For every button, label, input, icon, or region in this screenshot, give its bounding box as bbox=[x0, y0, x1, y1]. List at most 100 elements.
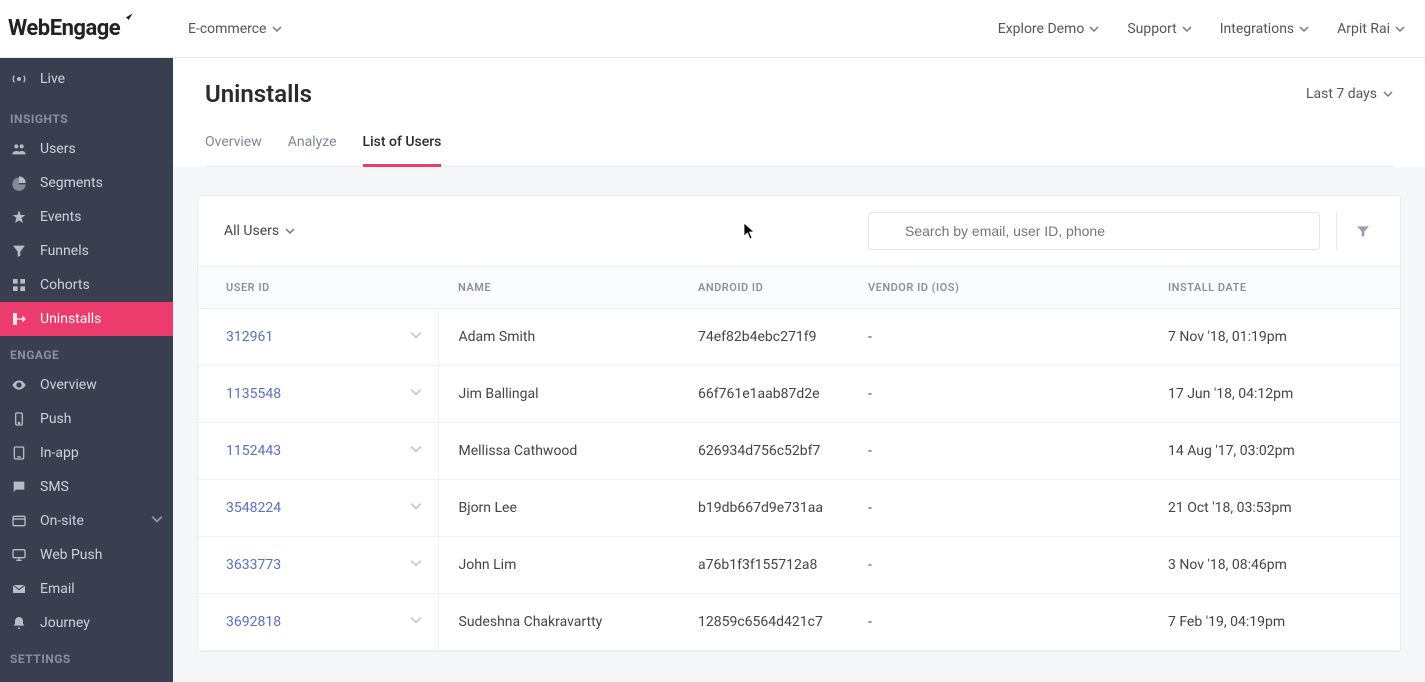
tab-overview[interactable]: Overview bbox=[205, 134, 262, 166]
userid-link[interactable]: 1152443 bbox=[226, 443, 281, 459]
search-input[interactable] bbox=[868, 212, 1320, 250]
sidebar-item-journey[interactable]: Journey bbox=[0, 606, 173, 640]
col-vendor[interactable]: VENDOR ID (IOS) bbox=[848, 267, 1148, 309]
sidebar-item-label: Email bbox=[40, 581, 75, 597]
mobile-icon bbox=[10, 410, 28, 428]
sidebar-item-segments[interactable]: Segments bbox=[0, 166, 173, 200]
broadcast-icon bbox=[10, 70, 28, 88]
table-row[interactable]: 3633773 John Lim a76b1f3f155712a8 - 3 No… bbox=[198, 537, 1400, 594]
sidebar-item-label: Web Push bbox=[40, 547, 102, 563]
userid-link[interactable]: 3633773 bbox=[226, 557, 281, 573]
cell-android: b19db667d9e731aa bbox=[678, 480, 848, 537]
tab-analyze[interactable]: Analyze bbox=[288, 134, 337, 166]
sidebar-item-label: Journey bbox=[40, 615, 90, 631]
table-row[interactable]: 312961 Adam Smith 74ef82b4ebc271f9 - 7 N… bbox=[198, 309, 1400, 366]
window-icon bbox=[10, 512, 28, 530]
sidebar-item-account[interactable]: Account Setup bbox=[0, 672, 173, 682]
topnav: Explore Demo Support Integrations Arpit … bbox=[998, 21, 1405, 37]
sidebar-item-label: In-app bbox=[40, 445, 79, 461]
users-card: All Users bbox=[197, 195, 1401, 652]
topnav-support[interactable]: Support bbox=[1127, 21, 1191, 37]
sidebar-item-overview[interactable]: Overview bbox=[0, 368, 173, 402]
sidebar-item-users[interactable]: Users bbox=[0, 132, 173, 166]
col-userid[interactable]: USER ID bbox=[198, 267, 438, 309]
sidebar-item-cohorts[interactable]: Cohorts bbox=[0, 268, 173, 302]
userid-link[interactable]: 3692818 bbox=[226, 614, 281, 630]
table-filter-button[interactable] bbox=[1336, 212, 1374, 250]
sidebar-section-insights: INSIGHTS bbox=[0, 100, 173, 132]
sidebar-item-label: SMS bbox=[40, 479, 69, 495]
sidebar-item-label: Push bbox=[40, 411, 72, 427]
cell-vendor: - bbox=[848, 309, 1148, 366]
topnav-explore[interactable]: Explore Demo bbox=[998, 21, 1100, 37]
cell-install: 17 Jun '18, 04:12pm bbox=[1148, 366, 1400, 423]
context-selector[interactable]: E-commerce bbox=[188, 21, 282, 37]
table-row[interactable]: 1135548 Jim Ballingal 66f761e1aab87d2e -… bbox=[198, 366, 1400, 423]
cell-install: 14 Aug '17, 03:02pm bbox=[1148, 423, 1400, 480]
table-row[interactable]: 1152443 Mellissa Cathwood 626934d756c52b… bbox=[198, 423, 1400, 480]
sidebar-item-funnels[interactable]: Funnels bbox=[0, 234, 173, 268]
userid-link[interactable]: 312961 bbox=[226, 329, 273, 345]
sidebar-item-sms[interactable]: SMS bbox=[0, 470, 173, 504]
col-name[interactable]: NAME bbox=[438, 267, 678, 309]
chevron-down-icon[interactable] bbox=[410, 329, 422, 345]
timerange-label: Last 7 days bbox=[1306, 86, 1377, 102]
sidebar: Live INSIGHTS Users Segments Events Funn… bbox=[0, 58, 173, 682]
timerange-selector[interactable]: Last 7 days bbox=[1306, 86, 1393, 102]
col-android[interactable]: ANDROID ID bbox=[678, 267, 848, 309]
tab-list-of-users[interactable]: List of Users bbox=[363, 134, 442, 167]
topnav-user-label: Arpit Rai bbox=[1337, 21, 1390, 37]
topnav-support-label: Support bbox=[1127, 21, 1176, 37]
chevron-down-icon bbox=[285, 226, 295, 236]
cell-android: 12859c6564d421c7 bbox=[678, 594, 848, 651]
cell-android: 66f761e1aab87d2e bbox=[678, 366, 848, 423]
context-label: E-commerce bbox=[188, 21, 266, 37]
segment-filter-label: All Users bbox=[224, 223, 279, 239]
sidebar-item-events[interactable]: Events bbox=[0, 200, 173, 234]
sidebar-item-inapp[interactable]: In-app bbox=[0, 436, 173, 470]
sidebar-section-engage: ENGAGE bbox=[0, 336, 173, 368]
sidebar-item-webpush[interactable]: Web Push bbox=[0, 538, 173, 572]
funnel-icon bbox=[10, 242, 28, 260]
chevron-down-icon[interactable] bbox=[410, 557, 422, 573]
chevron-down-icon[interactable] bbox=[410, 386, 422, 402]
col-install[interactable]: INSTALL DATE bbox=[1148, 267, 1400, 309]
main: Uninstalls Last 7 days Overview Analyze … bbox=[173, 58, 1425, 682]
segment-filter[interactable]: All Users bbox=[224, 223, 295, 239]
chevron-down-icon[interactable] bbox=[410, 614, 422, 630]
chevron-down-icon bbox=[1182, 24, 1192, 34]
logo-text: WebEngage bbox=[8, 16, 120, 41]
chevron-down-icon[interactable] bbox=[410, 500, 422, 516]
userid-link[interactable]: 3548224 bbox=[226, 500, 281, 516]
search-box bbox=[868, 212, 1320, 250]
userid-link[interactable]: 1135548 bbox=[226, 386, 281, 402]
cell-name: Sudeshna Chakravartty bbox=[438, 594, 678, 651]
table-row[interactable]: 3548224 Bjorn Lee b19db667d9e731aa - 21 … bbox=[198, 480, 1400, 537]
tabs: Overview Analyze List of Users bbox=[205, 134, 1393, 167]
topnav-user[interactable]: Arpit Rai bbox=[1337, 21, 1405, 37]
chevron-down-icon[interactable] bbox=[410, 443, 422, 459]
sidebar-item-email[interactable]: Email bbox=[0, 572, 173, 606]
sidebar-item-live[interactable]: Live bbox=[0, 58, 173, 100]
logo-comet-icon bbox=[118, 12, 134, 32]
sidebar-item-label: On-site bbox=[40, 513, 84, 529]
cell-android: 74ef82b4ebc271f9 bbox=[678, 309, 848, 366]
logo[interactable]: WebEngage bbox=[8, 16, 188, 41]
card-toolbar: All Users bbox=[198, 196, 1400, 266]
sidebar-item-uninstalls[interactable]: Uninstalls bbox=[0, 302, 173, 336]
page-title: Uninstalls bbox=[205, 80, 312, 108]
cell-name: Mellissa Cathwood bbox=[438, 423, 678, 480]
table-row[interactable]: 3692818 Sudeshna Chakravartty 12859c6564… bbox=[198, 594, 1400, 651]
cell-install: 21 Oct '18, 03:53pm bbox=[1148, 480, 1400, 537]
tablet-icon bbox=[10, 444, 28, 462]
cell-android: a76b1f3f155712a8 bbox=[678, 537, 848, 594]
sidebar-item-label: Events bbox=[40, 209, 81, 225]
cell-install: 7 Nov '18, 01:19pm bbox=[1148, 309, 1400, 366]
cell-vendor: - bbox=[848, 480, 1148, 537]
sidebar-item-label: Cohorts bbox=[40, 277, 90, 293]
sidebar-item-onsite[interactable]: On-site bbox=[0, 504, 173, 538]
content: All Users bbox=[173, 167, 1425, 682]
topnav-integrations[interactable]: Integrations bbox=[1220, 21, 1309, 37]
topbar: WebEngage E-commerce Explore Demo Suppor… bbox=[0, 0, 1425, 58]
sidebar-item-push[interactable]: Push bbox=[0, 402, 173, 436]
